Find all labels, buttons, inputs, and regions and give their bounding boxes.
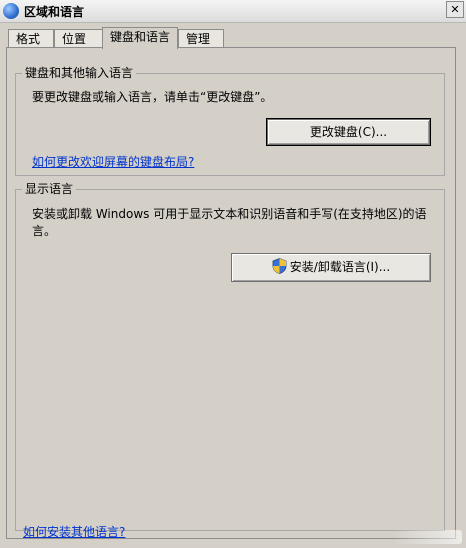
- keyboard-description: 要更改键盘或输入语言，请单击“更改键盘”。: [32, 90, 273, 104]
- change-keyboard-button[interactable]: 更改键盘(C)...: [266, 118, 431, 146]
- watermark-overlay: [392, 530, 462, 544]
- globe-icon: [3, 3, 19, 19]
- shield-icon: [272, 258, 287, 274]
- tab-admin[interactable]: 管理: [178, 29, 224, 48]
- display-description: 安装或卸载 Windows 可用于显示文本和识别语音和手写(在支持地区)的语言。: [32, 207, 427, 238]
- close-button[interactable]: ✕: [446, 1, 464, 18]
- keyboard-layout-link[interactable]: 如何更改欢迎屏幕的键盘布局?: [32, 153, 194, 170]
- keyboard-group-title: 键盘和其他输入语言: [22, 66, 137, 80]
- window-title: 区域和语言: [24, 5, 85, 19]
- keyboard-group: 键盘和其他输入语言 要更改键盘或输入语言，请单击“更改键盘”。 更改键盘(C).…: [15, 66, 445, 176]
- tab-keyboard-language[interactable]: 键盘和语言: [102, 27, 178, 49]
- display-language-group: 显示语言 安装或卸载 Windows 可用于显示文本和识别语音和手写(在支持地区…: [15, 182, 445, 531]
- install-other-languages-link[interactable]: 如何安装其他语言?: [23, 523, 125, 540]
- tab-panel: 键盘和其他输入语言 要更改键盘或输入语言，请单击“更改键盘”。 更改键盘(C).…: [6, 47, 456, 539]
- install-button-label: 安装/卸载语言(I)...: [289, 260, 391, 274]
- install-uninstall-language-button[interactable]: 安装/卸载语言(I)...: [231, 253, 431, 282]
- display-group-title: 显示语言: [22, 182, 77, 196]
- tab-location[interactable]: 位置: [54, 29, 104, 48]
- tab-format[interactable]: 格式: [8, 29, 54, 48]
- title-bar: 区域和语言 ✕: [0, 0, 466, 23]
